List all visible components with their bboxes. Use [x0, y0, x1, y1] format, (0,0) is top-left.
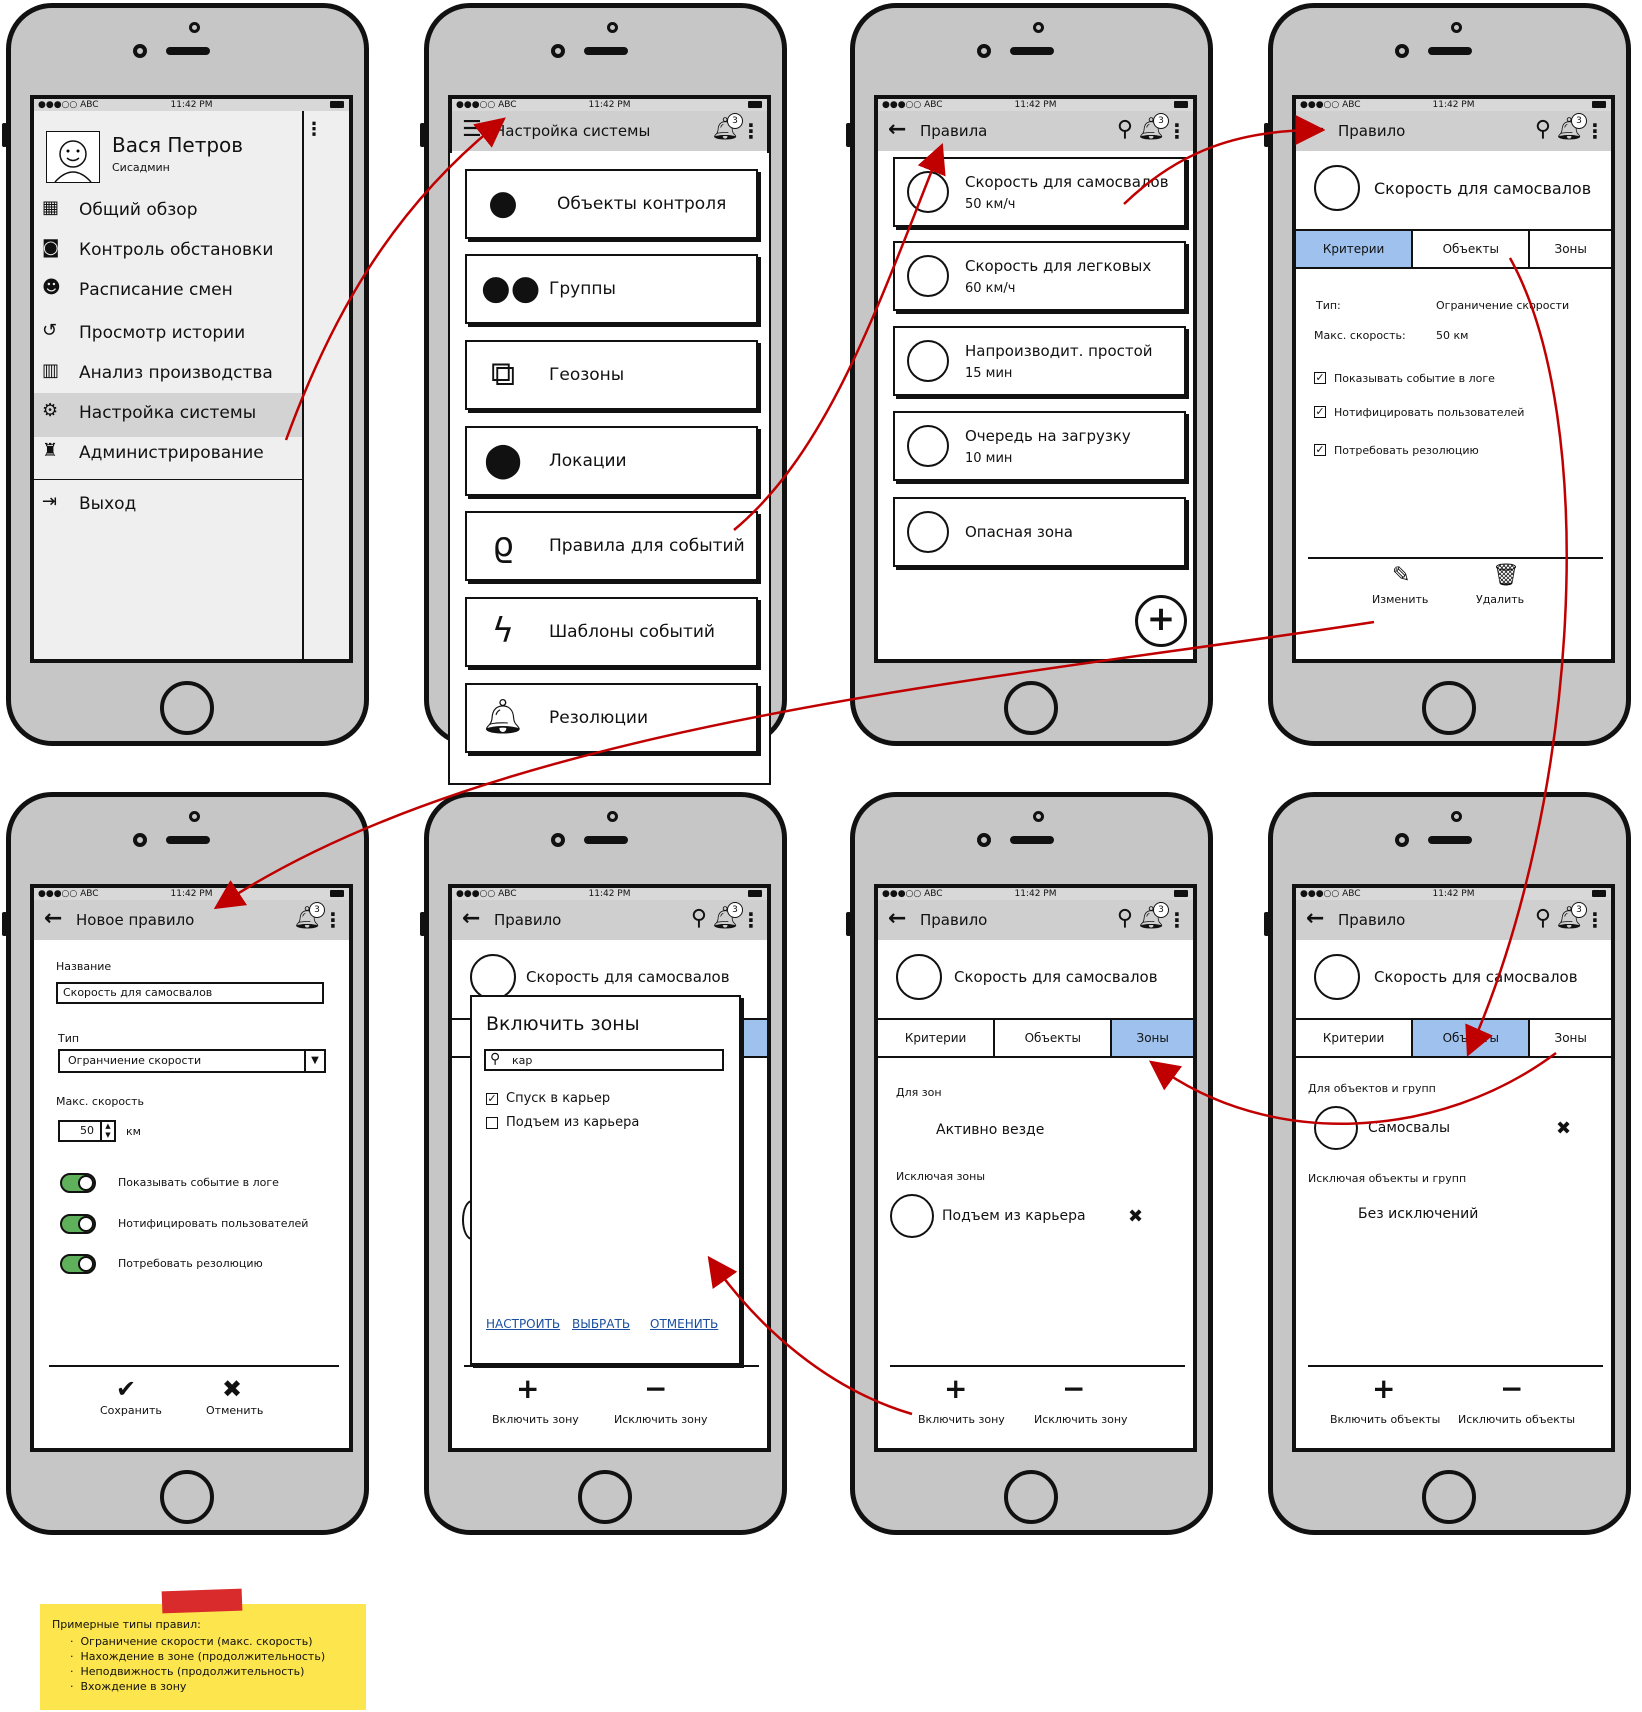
arrow-include-zone	[707, 1255, 913, 1416]
arrow-objects-tab	[1465, 257, 1568, 1057]
arrow-rules-to-details	[1123, 115, 1326, 205]
arrow-settings-to-rules	[733, 143, 946, 531]
arrow-menu-to-settings	[284, 117, 506, 441]
flow-arrows	[213, 115, 1568, 1416]
arrow-zones-tab	[1148, 1051, 1557, 1125]
arrow-edit-to-new-rule	[213, 620, 1375, 910]
